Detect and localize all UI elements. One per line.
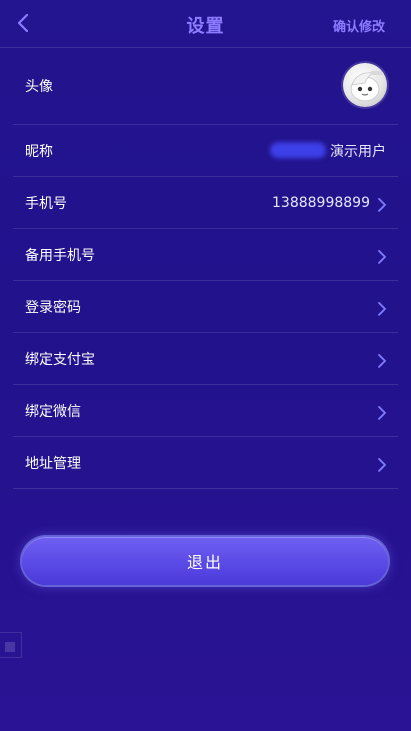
- phone-value: 13888998899: [272, 194, 370, 211]
- nickname-value: 演示用户: [330, 143, 386, 160]
- nickname-row[interactable]: 昵称 演示用户: [13, 125, 398, 177]
- backup-phone-row[interactable]: 备用手机号: [13, 229, 398, 281]
- top-bar: 设置 确认修改: [0, 0, 411, 47]
- address-label: 地址管理: [25, 455, 81, 472]
- logout-label: 退出: [186, 553, 223, 572]
- login-password-label: 登录密码: [25, 299, 81, 316]
- nickname-label: 昵称: [25, 143, 53, 160]
- bind-alipay-row[interactable]: 绑定支付宝: [13, 333, 398, 385]
- phone-row[interactable]: 手机号 13888998899: [13, 177, 398, 229]
- chevron-right-icon: [377, 404, 387, 420]
- chevron-right-icon: [377, 196, 387, 212]
- square-icon: [5, 642, 15, 652]
- nickname-redaction: [270, 141, 326, 158]
- bind-alipay-label: 绑定支付宝: [25, 351, 95, 368]
- chevron-right-icon: [377, 248, 387, 264]
- chevron-right-icon: [377, 352, 387, 368]
- avatar[interactable]: [343, 63, 387, 107]
- confirm-edit-button[interactable]: 确认修改: [333, 16, 385, 35]
- chevron-right-icon: [377, 300, 387, 316]
- settings-list: 头像 昵称 演示用户 手机号 13888998899 备用手机号 登录密码 绑定…: [13, 48, 398, 489]
- bind-wechat-label: 绑定微信: [25, 403, 81, 420]
- chevron-right-icon: [377, 456, 387, 472]
- avatar-label: 头像: [25, 79, 53, 95]
- backup-phone-label: 备用手机号: [25, 247, 95, 264]
- bind-wechat-row[interactable]: 绑定微信: [13, 385, 398, 437]
- address-management-row[interactable]: 地址管理: [13, 437, 398, 489]
- avatar-row[interactable]: 头像: [13, 48, 398, 125]
- phone-label: 手机号: [25, 195, 67, 212]
- login-password-row[interactable]: 登录密码: [13, 281, 398, 333]
- logout-button[interactable]: 退出: [22, 537, 388, 585]
- floating-widget[interactable]: [0, 632, 22, 658]
